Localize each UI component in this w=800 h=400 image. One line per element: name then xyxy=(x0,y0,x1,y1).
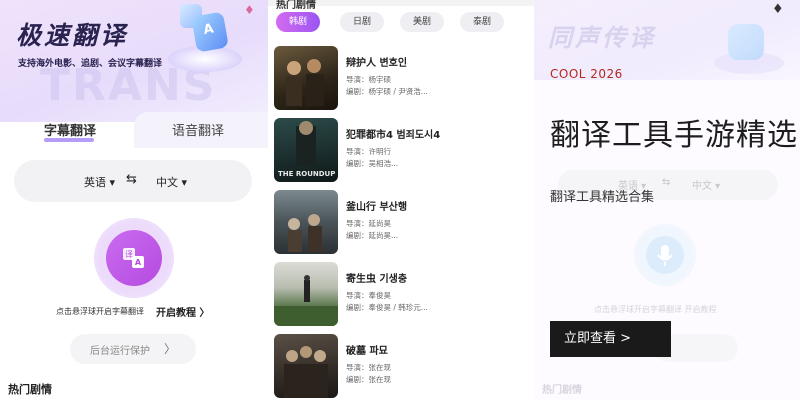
movie-title: 釜山行 부산행 xyxy=(346,202,408,213)
translate-glyph-zh: 译 xyxy=(125,250,133,259)
brand-label: COOL 2026 xyxy=(550,67,623,81)
movie-poster: THE ROUNDUP xyxy=(274,118,338,182)
poster-figures xyxy=(286,59,324,106)
movie-director: 导演：张在现 xyxy=(346,363,391,372)
faded-illustration-icon xyxy=(714,24,784,74)
tutorial-link[interactable]: 开启教程 〉 xyxy=(156,304,209,319)
faded-hint: 点击悬浮球开启字幕翻译 开启教程 xyxy=(594,305,717,314)
background-protection-button[interactable]: 后台运行保护 〉 xyxy=(70,334,196,364)
section-title-cut: 热门剧情 xyxy=(276,0,316,11)
movie-title: 犯罪都市4 범죄도시4 xyxy=(346,130,441,141)
tab-voice-translate[interactable]: 语音翻译 xyxy=(172,120,224,139)
translate-icon: 译 A xyxy=(123,248,144,268)
source-language-dropdown[interactable]: 英语 ▾ xyxy=(84,174,115,190)
poster-figures xyxy=(284,346,328,398)
poster-title: THE ROUNDUP xyxy=(278,170,336,178)
movie-director: 导演：许明行 xyxy=(346,147,391,156)
genre-chips: 韩剧 日剧 美剧 泰剧 xyxy=(276,12,526,32)
gem-icon[interactable]: ♦ xyxy=(244,4,258,16)
movie-poster xyxy=(274,262,338,326)
promo-panel: 同声传译 ♦ 英语 ▾ ⇆ 中文 ▾ 点击悬浮球开启字幕翻译 开启教程 热门剧情… xyxy=(534,0,800,400)
movie-writer: 编剧：奉俊昊 / 韩珍元... xyxy=(346,303,428,312)
header-banner: TRANS 极速翻译 支持海外电影、追剧、会议字幕翻译 A ♦ xyxy=(0,0,268,122)
movie-title: 寄生虫 기생충 xyxy=(346,274,408,285)
movie-writer: 编剧：吴相浩... xyxy=(346,159,399,168)
chevron-right-icon: 〉 xyxy=(164,342,177,356)
list-item[interactable]: 寄生虫 기생충 导演：奉俊昊 编剧：奉俊昊 / 韩珍元... xyxy=(274,262,530,328)
tab-subtitle-translate[interactable]: 字幕翻译 xyxy=(44,120,96,139)
chip-korean[interactable]: 韩剧 xyxy=(276,12,320,32)
active-tab-underline xyxy=(44,138,94,142)
movie-director: 导演：奉俊昊 xyxy=(346,291,391,300)
movie-title: 破墓 파묘 xyxy=(346,346,388,357)
list-item[interactable]: THE ROUNDUP 犯罪都市4 범죄도시4 导演：许明行 编剧：吴相浩... xyxy=(274,118,530,184)
view-now-button[interactable]: 立即查看 > xyxy=(550,321,671,357)
language-selector: 英语 ▾ ⇆ 中文 ▾ xyxy=(14,160,252,202)
faded-swap-icon: ⇆ xyxy=(662,177,671,188)
app-subtitle: 支持海外电影、追剧、会议字幕翻译 xyxy=(18,59,163,69)
mic-icon xyxy=(634,224,696,286)
poster-figures xyxy=(288,214,322,252)
movie-poster xyxy=(274,334,338,398)
swap-icon[interactable]: ⇆ xyxy=(126,172,137,187)
floating-ball-button[interactable]: 译 A xyxy=(94,218,174,298)
faded-target-language: 中文 ▾ xyxy=(692,181,721,192)
gem-icon[interactable]: ♦ xyxy=(772,2,784,17)
subtitle-translate-screen: TRANS 极速翻译 支持海外电影、追剧、会议字幕翻译 A ♦ 字幕翻译 语音翻… xyxy=(0,0,268,400)
faded-app-title: 同声传译 xyxy=(548,24,656,52)
background-protection-label: 后台运行保护 xyxy=(90,346,150,357)
movie-writer: 编剧：延尚昊... xyxy=(346,231,399,240)
movie-poster xyxy=(274,46,338,110)
list-item[interactable]: 破墓 파묘 导演：张在现 编剧：张在现 xyxy=(274,334,530,400)
drama-list-screen: 热门剧情 韩剧 日剧 美剧 泰剧 辩护人 변호인 导演：杨宇硕 编剧：杨宇硕 /… xyxy=(268,0,534,400)
chip-thai[interactable]: 泰剧 xyxy=(460,12,504,32)
translate-glyph-en: A xyxy=(135,258,142,267)
mode-tabs: 字幕翻译 语音翻译 xyxy=(0,112,268,148)
chip-american[interactable]: 美剧 xyxy=(400,12,444,32)
app-title: 极速翻译 xyxy=(16,21,129,50)
movie-writer: 编剧：张在现 xyxy=(346,375,391,384)
floating-ball-core: 译 A xyxy=(106,230,162,286)
list-item[interactable]: 釜山行 부산행 导演：延尚昊 编剧：延尚昊... xyxy=(274,190,530,256)
promo-title: 翻译工具手游精选 xyxy=(550,118,798,153)
translate-illustration-icon: A xyxy=(168,0,242,78)
movie-director: 导演：杨宇硕 xyxy=(346,75,391,84)
poster-figures xyxy=(274,275,338,326)
promo-subtitle: 翻译工具精选合集 xyxy=(550,190,655,205)
movie-director: 导演：延尚昊 xyxy=(346,219,391,228)
movie-writer: 编剧：杨宇硕 / 尹贤浩... xyxy=(346,87,428,96)
movie-title: 辩护人 변호인 xyxy=(346,58,408,69)
hot-section-title: 热门剧情 xyxy=(8,383,52,396)
list-item[interactable]: 辩护人 변호인 导演：杨宇硕 编剧：杨宇硕 / 尹贤浩... xyxy=(274,46,530,112)
chip-japanese[interactable]: 日剧 xyxy=(340,12,384,32)
floating-ball-hint: 点击悬浮球开启字幕翻译 xyxy=(56,307,144,316)
target-language-dropdown[interactable]: 中文 ▾ xyxy=(156,174,187,190)
faded-hot-section-title: 热门剧情 xyxy=(542,385,582,396)
movie-poster xyxy=(274,190,338,254)
